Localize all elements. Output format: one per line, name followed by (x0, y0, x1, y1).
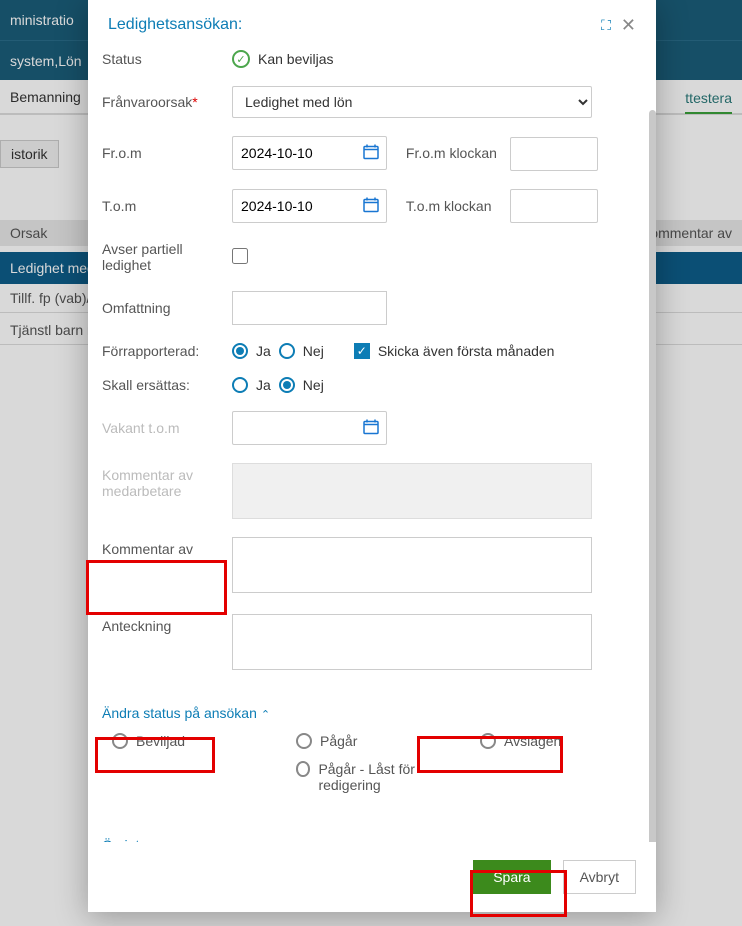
scrollbar[interactable] (649, 110, 656, 842)
vacant-label: Vakant t.o.m (102, 420, 232, 436)
note-label: Anteckning (102, 614, 232, 634)
status-approved-label: Beviljad (136, 733, 185, 749)
status-ongoing-label: Pågår (320, 733, 357, 749)
replace-yes-radio[interactable] (232, 377, 248, 393)
from-date-label: Fr.o.m (102, 145, 232, 161)
reason-select[interactable]: Ledighet med lön (232, 86, 592, 118)
change-status-header[interactable]: Ändra status på ansökan⌃ (100, 691, 644, 733)
cancel-button[interactable]: Avbryt (563, 860, 636, 894)
extent-input[interactable] (232, 291, 387, 325)
from-time-input[interactable] (510, 137, 598, 171)
from-date-input[interactable] (232, 136, 387, 170)
to-time-input[interactable] (510, 189, 598, 223)
chevron-down-icon: ⌄ (143, 841, 152, 842)
status-locked-label: Pågår - Låst för redigering (318, 761, 460, 793)
status-locked-radio[interactable] (296, 761, 310, 777)
to-time-label: T.o.m klockan (406, 198, 506, 214)
extent-label: Omfattning (102, 300, 232, 316)
note-textarea[interactable] (232, 614, 592, 670)
to-date-label: T.o.m (102, 198, 232, 214)
prereported-no-radio[interactable] (279, 343, 295, 359)
expand-icon[interactable]: ⛶ (601, 17, 611, 34)
reason-label: Frånvaroorsak* (102, 94, 232, 110)
check-circle-icon: ✓ (232, 50, 250, 68)
employee-comment-readonly (232, 463, 592, 519)
yes-label-2: Ja (256, 377, 271, 393)
status-label: Status (102, 51, 232, 67)
other-section-header[interactable]: Övrigt⌄ (100, 823, 644, 842)
status-rejected-label: Avslagen (504, 733, 561, 749)
partial-leave-checkbox[interactable] (232, 248, 248, 264)
no-label: Nej (303, 343, 324, 359)
modal-footer: Spara Avbryt (88, 842, 656, 912)
manager-comment-label: Kommentar av (102, 537, 232, 557)
employee-comment-label: Kommentar av medarbetare (102, 463, 232, 499)
partial-leave-label: Avser partiell ledighet (102, 241, 232, 273)
yes-label: Ja (256, 343, 271, 359)
status-ongoing-radio[interactable] (296, 733, 312, 749)
modal-title: Ledighetsansökan: (108, 16, 242, 34)
vacant-date-input[interactable] (232, 411, 387, 445)
chevron-up-icon: ⌃ (261, 709, 270, 721)
prereported-yes-radio[interactable] (232, 343, 248, 359)
status-value: ✓ Kan beviljas (232, 50, 644, 68)
save-button[interactable]: Spara (473, 860, 550, 894)
send-first-month-label: Skicka även första månaden (378, 343, 555, 359)
status-text: Kan beviljas (258, 51, 334, 67)
status-approved-radio[interactable] (112, 733, 128, 749)
prereported-label: Förrapporterad: (102, 343, 232, 359)
close-icon[interactable]: ✕ (621, 16, 636, 34)
leave-request-modal: Ledighetsansökan: ⛶ ✕ Status ✓ Kan bevil… (88, 0, 656, 912)
replace-no-radio[interactable] (279, 377, 295, 393)
replace-label: Skall ersättas: (102, 377, 232, 393)
manager-comment-textarea[interactable] (232, 537, 592, 593)
no-label-2: Nej (303, 377, 324, 393)
send-first-month-checkbox[interactable]: ✓ (354, 343, 370, 359)
to-date-input[interactable] (232, 189, 387, 223)
modal-header: Ledighetsansökan: ⛶ ✕ (88, 0, 656, 50)
status-rejected-radio[interactable] (480, 733, 496, 749)
from-time-label: Fr.o.m klockan (406, 145, 506, 161)
modal-body: Status ✓ Kan beviljas Frånvaroorsak* Led… (88, 50, 656, 842)
